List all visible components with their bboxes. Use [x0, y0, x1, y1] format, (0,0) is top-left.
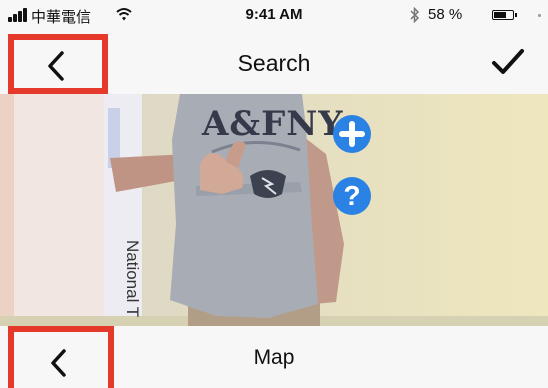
question-icon: ?: [343, 180, 361, 211]
nav-bar: Search: [0, 30, 548, 94]
add-button[interactable]: [333, 115, 371, 153]
confirm-button[interactable]: [490, 46, 526, 78]
status-bar: 中華電信 9:41 AM 58 %: [0, 0, 548, 30]
battery-percent: 58 %: [428, 6, 463, 23]
help-button[interactable]: ?: [333, 177, 371, 215]
wall-sign-text: National T: [123, 240, 142, 318]
camera-view[interactable]: A&FNY National T ?: [0, 94, 548, 326]
app-screen: 中華電信 9:41 AM 58 % Search A&FNY National …: [0, 0, 548, 388]
plus-icon: [339, 121, 365, 147]
status-time: 9:41 AM: [245, 6, 303, 23]
bottom-title: Map: [253, 346, 295, 369]
page-title: Search: [237, 50, 311, 76]
battery-level: [494, 12, 506, 18]
bluetooth-icon: [410, 7, 420, 23]
checkmark-icon: [492, 49, 524, 74]
bottom-bar: Map: [0, 326, 548, 388]
status-dot: [538, 14, 541, 17]
battery-icon: [492, 10, 517, 20]
shirt-text: A&FNY: [202, 104, 344, 144]
